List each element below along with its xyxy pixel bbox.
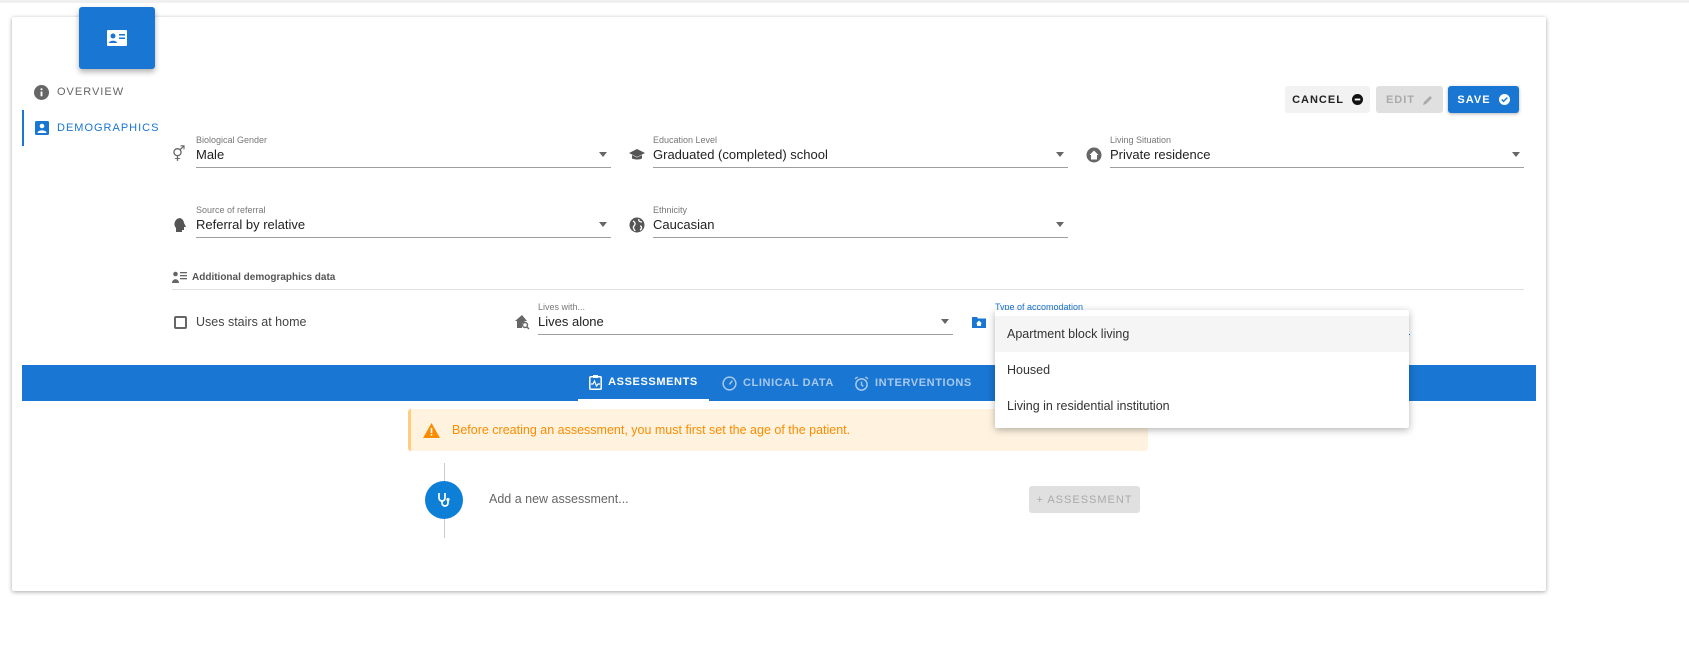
- field-label: Biological Gender: [196, 135, 268, 145]
- tab-label: ASSESSMENTS: [608, 376, 698, 388]
- tab-assessments[interactable]: ASSESSMENTS: [578, 365, 709, 401]
- edit-label: EDIT: [1385, 93, 1416, 106]
- cancel-label: CANCEL: [1292, 93, 1344, 106]
- assessment-avatar: [425, 481, 463, 519]
- edit-button[interactable]: EDIT: [1376, 86, 1443, 113]
- section-title: Additional demographics data: [192, 271, 336, 283]
- stethoscope-icon: [438, 493, 450, 507]
- alarm-clock-icon: [854, 375, 869, 391]
- minus-circle-icon: [1351, 94, 1363, 105]
- menu-item-residential-institution[interactable]: Living in residential institution: [995, 388, 1409, 424]
- field-label: Education Level: [653, 135, 718, 145]
- sidebar-item-overview[interactable]: OVERVIEW: [22, 74, 124, 110]
- section-divider: [172, 289, 1524, 290]
- cancel-button[interactable]: CANCEL: [1285, 86, 1370, 113]
- tab-interventions[interactable]: INTERVENTIONS: [854, 365, 972, 401]
- field-value: Lives alone: [538, 314, 604, 329]
- clipboard-pulse-icon: [589, 374, 603, 390]
- globe-icon: [629, 217, 645, 233]
- gender-icon: ⚥: [172, 146, 186, 163]
- dropdown-arrow-icon: [941, 319, 949, 324]
- menu-item-apartment[interactable]: Apartment block living: [995, 316, 1409, 352]
- person-badge-icon: [35, 121, 49, 135]
- check-circle-icon: [1498, 94, 1510, 105]
- field-underline: [653, 167, 1068, 168]
- field-underline: [196, 167, 611, 168]
- add-assessment-button[interactable]: + ASSESSMENT: [1029, 486, 1140, 513]
- dropdown-arrow-icon: [599, 222, 607, 227]
- tab-label: CLINICAL DATA: [743, 377, 834, 389]
- tab-label: INTERVENTIONS: [875, 377, 972, 389]
- menu-item-housed[interactable]: Housed: [995, 352, 1409, 388]
- dropdown-arrow-icon: [599, 152, 607, 157]
- id-card-icon: [107, 30, 127, 46]
- patient-id-tile: [79, 7, 155, 69]
- person-list-icon: [172, 271, 187, 283]
- gauge-icon: [722, 375, 737, 391]
- field-label: Living Situation: [1110, 135, 1172, 145]
- field-value: Male: [196, 147, 225, 162]
- checkbox-label: Uses stairs at home: [196, 315, 307, 329]
- alert-text: Before creating an assessment, you must …: [452, 423, 851, 437]
- field-underline: [653, 237, 1068, 238]
- sidebar-item-label: DEMOGRAPHICS: [57, 122, 160, 134]
- dropdown-arrow-icon: [1056, 222, 1064, 227]
- save-button[interactable]: SAVE: [1448, 86, 1519, 113]
- field-value: Graduated (completed) school: [653, 147, 828, 162]
- stairs-checkbox[interactable]: Uses stairs at home: [174, 315, 306, 329]
- field-label: Ethnicity: [653, 205, 688, 215]
- accommodation-dropdown-menu: Apartment block living Housed Living in …: [995, 310, 1409, 428]
- field-value: Private residence: [1110, 147, 1211, 162]
- home-circle-icon: [1086, 147, 1102, 163]
- field-label: Source of referral: [196, 205, 266, 215]
- field-value: Referral by relative: [196, 217, 306, 232]
- dropdown-arrow-icon: [1056, 152, 1064, 157]
- sidebar-item-label: OVERVIEW: [57, 86, 125, 98]
- tab-clinical-data[interactable]: CLINICAL DATA: [722, 365, 834, 401]
- field-label: Lives with...: [538, 302, 586, 312]
- folder-home-icon: [972, 317, 986, 328]
- home-search-icon: [515, 315, 530, 330]
- warning-icon: [423, 422, 440, 438]
- dropdown-arrow-icon: [1512, 152, 1520, 157]
- new-assessment-input[interactable]: Add a new assessment...: [489, 492, 629, 506]
- head-question-icon: [174, 218, 186, 232]
- save-label: SAVE: [1457, 93, 1491, 106]
- pencil-icon: [1423, 95, 1433, 105]
- info-icon: [34, 84, 49, 100]
- top-divider: [0, 0, 1689, 3]
- button-label: + ASSESSMENT: [1036, 493, 1133, 506]
- graduation-cap-icon: [629, 149, 645, 160]
- additional-section-header: Additional demographics data: [172, 271, 335, 283]
- field-value: Caucasian: [653, 217, 715, 232]
- checkbox-box[interactable]: [174, 315, 187, 329]
- field-underline: [196, 237, 611, 238]
- field-underline: [538, 334, 953, 335]
- sidebar-item-demographics[interactable]: DEMOGRAPHICS: [22, 110, 159, 146]
- field-underline: [1110, 167, 1524, 168]
